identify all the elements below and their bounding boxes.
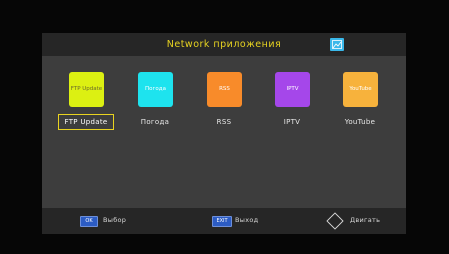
network-apps-panel: Network приложения FTP Update FTP Update…	[42, 33, 406, 234]
youtube-label[interactable]: YouTube	[333, 115, 387, 129]
ok-key-icon: OK	[80, 216, 98, 227]
picture-icon	[330, 38, 344, 51]
dpad-arrows-icon	[326, 212, 344, 230]
weather-tile[interactable]: Погода	[138, 72, 173, 107]
youtube-tile[interactable]: YouTube	[343, 72, 378, 107]
page-title: Network приложения	[166, 39, 282, 50]
rss-label[interactable]: RSS	[197, 115, 251, 129]
weather-tile-text: Погода	[145, 86, 166, 92]
exit-key-icon: EXIT	[212, 216, 232, 227]
weather-label[interactable]: Погода	[128, 115, 182, 129]
iptv-tile-text: IPTV	[286, 86, 299, 92]
iptv-tile[interactable]: IPTV	[275, 72, 310, 107]
ftp-update-label[interactable]: FTP Update	[58, 114, 114, 130]
move-hint: Двигать	[350, 216, 381, 224]
rss-tile-text: RSS	[219, 86, 230, 92]
iptv-label[interactable]: IPTV	[265, 115, 319, 129]
rss-tile[interactable]: RSS	[207, 72, 242, 107]
header-bar: Network приложения	[42, 33, 406, 56]
ftp-update-tile-text: FTP Update	[70, 86, 103, 92]
footer-bar: OK Выбор EXIT Выход Двигать	[42, 208, 406, 234]
select-hint: Выбор	[103, 216, 127, 224]
app-grid: FTP Update FTP Update Погода Погода RSS …	[42, 72, 406, 132]
ftp-update-tile[interactable]: FTP Update	[69, 72, 104, 107]
youtube-tile-text: YouTube	[349, 86, 372, 92]
exit-hint: Выход	[235, 216, 259, 224]
